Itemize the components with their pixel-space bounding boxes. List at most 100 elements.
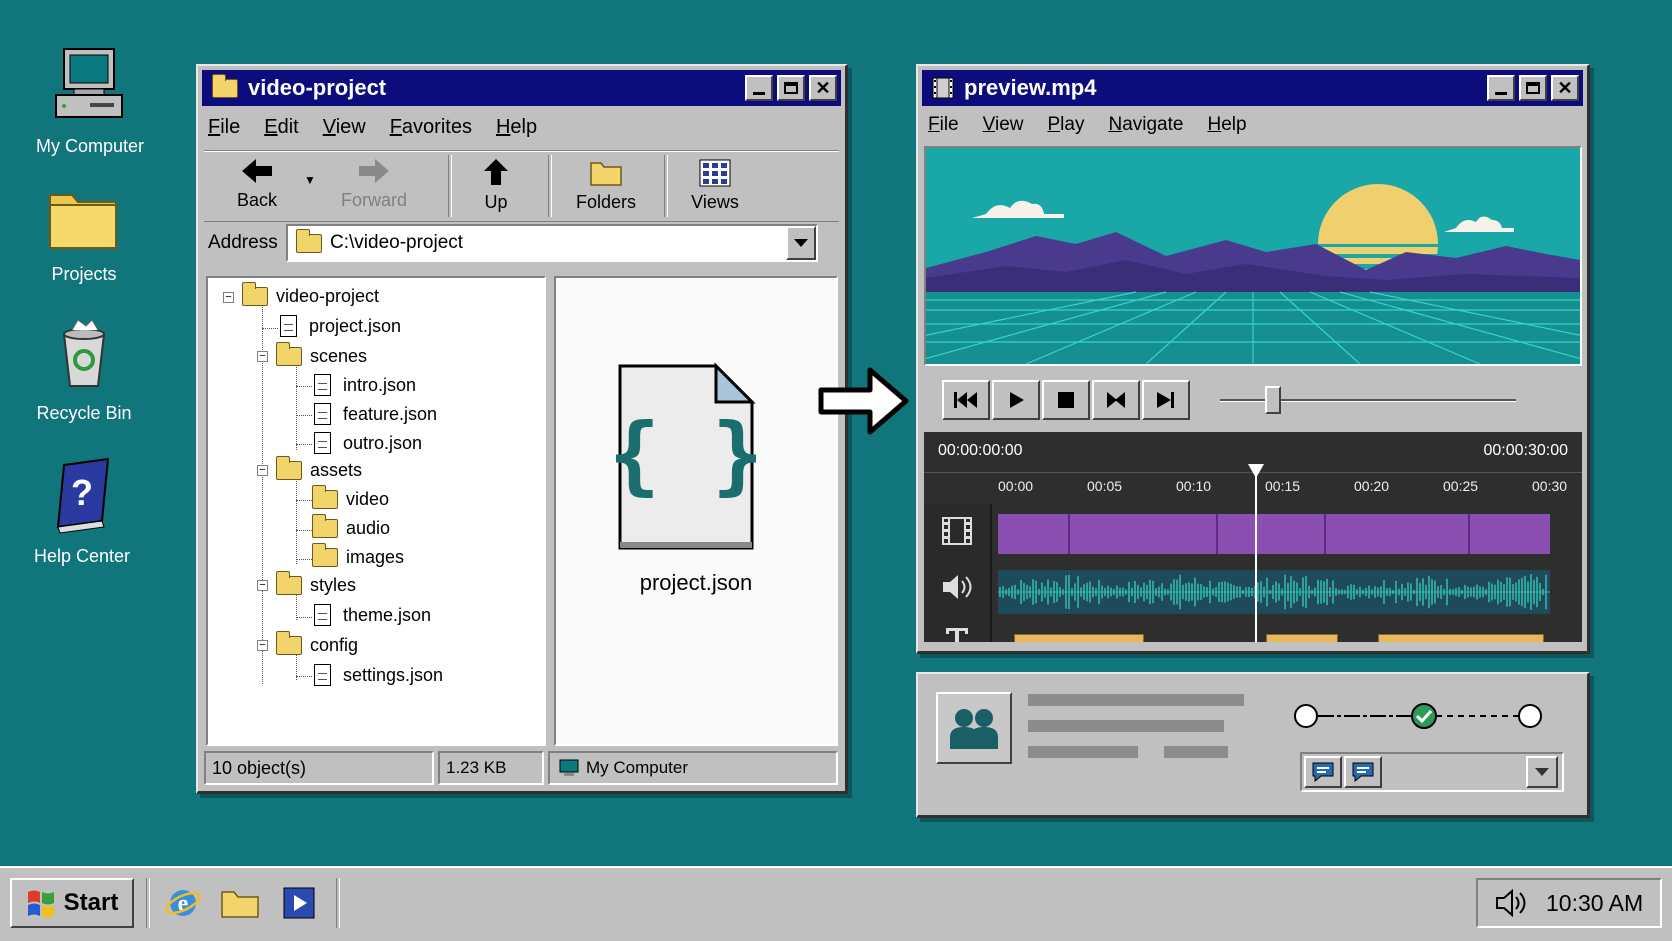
folder-icon — [49, 194, 117, 249]
tree-item-folder[interactable]: audio — [312, 514, 390, 539]
skip-to-start-button[interactable] — [942, 380, 990, 420]
menu-view[interactable]: View — [323, 116, 366, 139]
menu-help[interactable]: Help — [496, 116, 537, 139]
up-button[interactable]: Up — [466, 157, 526, 213]
desktop-icon-my-computer[interactable]: My Computer — [30, 45, 150, 157]
right-arrow-icon — [818, 367, 909, 435]
menu-view[interactable]: View — [983, 114, 1024, 136]
tree-item-file[interactable]: project.json — [280, 315, 401, 337]
playhead[interactable] — [1248, 464, 1264, 642]
toolbar-separator — [664, 155, 668, 217]
tree-item-folder[interactable]: assets — [276, 456, 362, 481]
reply-button[interactable] — [1344, 756, 1382, 788]
media-player-icon[interactable] — [282, 886, 316, 920]
back-dropdown[interactable]: ▼ — [304, 173, 316, 187]
address-value: C:\video-project — [330, 232, 464, 253]
start-button[interactable]: Start — [10, 878, 134, 928]
text-clip[interactable] — [1266, 634, 1338, 642]
comment-button[interactable] — [1304, 756, 1342, 788]
timeline-tick-label: 00:25 — [1443, 478, 1479, 494]
maximize-button[interactable] — [777, 75, 805, 101]
desktop-icon-help-center[interactable]: ? Help Center — [22, 455, 142, 567]
tree-item-folder[interactable]: config — [276, 631, 359, 656]
tree-item-folder[interactable]: scenes — [276, 342, 367, 367]
folders-button[interactable]: Folders — [566, 159, 646, 213]
json-braces-glyph: { } — [616, 405, 756, 505]
close-button[interactable]: ✕ — [1551, 75, 1579, 101]
menu-edit[interactable]: Edit — [264, 116, 298, 139]
taskbar: Start e 10:30 AM — [0, 866, 1672, 941]
audio-track[interactable] — [998, 570, 1550, 614]
seek-thumb[interactable] — [1265, 386, 1281, 414]
explorer-titlebar[interactable]: video-project ✕ — [202, 70, 841, 106]
menu-navigate[interactable]: Navigate — [1108, 114, 1183, 136]
timeline-ruler: 00:00 00:05 00:10 00:15 00:20 00:25 00:30 — [996, 474, 1582, 504]
back-button[interactable]: Back — [222, 157, 292, 211]
tree-item-label: config — [310, 635, 359, 655]
browser-icon[interactable]: e — [164, 884, 202, 922]
text-clip[interactable] — [1378, 634, 1544, 642]
folders-label: Folders — [575, 192, 637, 212]
menu-file[interactable]: File — [928, 114, 959, 136]
tree-item-file[interactable]: outro.json — [314, 432, 422, 454]
address-dropdown-button[interactable] — [786, 226, 816, 260]
tree-collapse-toggle[interactable]: − — [257, 351, 268, 362]
tree-collapse-toggle[interactable]: − — [257, 640, 268, 651]
play-icon — [1010, 392, 1024, 408]
pane-splitter[interactable] — [546, 276, 554, 746]
seek-slider[interactable] — [1220, 386, 1516, 416]
tree-collapse-toggle[interactable]: − — [223, 292, 234, 303]
back-arrow-icon — [242, 159, 272, 183]
step-3-marker — [1518, 704, 1542, 728]
tree-item-folder[interactable]: styles — [276, 571, 357, 596]
minimize-button[interactable] — [1487, 75, 1515, 101]
text-track[interactable] — [998, 622, 1550, 642]
clock[interactable]: 10:30 AM — [1546, 890, 1643, 917]
skip-to-end-button[interactable] — [1142, 380, 1190, 420]
tree-collapse-toggle[interactable]: − — [257, 580, 268, 591]
tree-item-file[interactable]: theme.json — [314, 604, 431, 626]
menu-favorites[interactable]: Favorites — [390, 116, 472, 139]
tree-item-file[interactable]: intro.json — [314, 374, 416, 396]
address-field[interactable]: C:\video-project — [286, 224, 818, 262]
previous-frame-button[interactable] — [1092, 380, 1140, 420]
system-tray: 10:30 AM — [1476, 878, 1662, 928]
tree-item-label: settings.json — [343, 664, 444, 685]
tree-item-folder[interactable]: images — [312, 543, 404, 568]
tree-item-folder[interactable]: video-project — [242, 282, 379, 307]
minimize-button[interactable] — [745, 75, 773, 101]
tree-item-file[interactable]: settings.json — [314, 664, 443, 686]
play-button[interactable] — [992, 380, 1040, 420]
tree-item-label: styles — [310, 575, 357, 595]
tree-collapse-toggle[interactable]: − — [257, 465, 268, 476]
maximize-button[interactable] — [1519, 75, 1547, 101]
timeline-tick-label: 00:30 — [1532, 478, 1568, 494]
file-icon — [314, 432, 331, 454]
desktop-icon-recycle-bin[interactable]: Recycle Bin — [24, 312, 144, 424]
tree-item-folder[interactable]: video — [312, 485, 389, 510]
player-titlebar[interactable]: preview.mp4 ✕ — [922, 70, 1583, 106]
user-group-avatar[interactable] — [936, 692, 1012, 764]
select-dropdown-button[interactable] — [1526, 756, 1558, 788]
menu-help[interactable]: Help — [1207, 114, 1246, 136]
menu-file[interactable]: File — [208, 116, 240, 139]
forward-arrow-icon — [359, 159, 389, 183]
video-display[interactable] — [924, 146, 1582, 366]
text-clip[interactable] — [1014, 634, 1144, 642]
volume-icon[interactable] — [1494, 889, 1528, 917]
views-button[interactable]: Views — [680, 159, 750, 213]
folder-icon[interactable] — [220, 886, 260, 920]
skip-back-icon — [954, 392, 977, 408]
menu-play[interactable]: Play — [1047, 114, 1084, 136]
stop-button[interactable] — [1042, 380, 1090, 420]
address-label: Address — [208, 232, 278, 253]
video-track[interactable] — [998, 514, 1550, 554]
status-select[interactable] — [1388, 756, 1558, 788]
forward-button[interactable]: Forward — [334, 157, 414, 211]
timeline-end-time: 00:00:30:00 — [1483, 442, 1568, 459]
tree-item-file[interactable]: feature.json — [314, 403, 437, 425]
close-button[interactable]: ✕ — [809, 75, 837, 101]
step-1-marker — [1294, 704, 1318, 728]
desktop-icon-projects[interactable]: Projects — [24, 183, 144, 285]
timeline-panel: 00:00:00:00 00:00:30:00 00:00 00:05 00:10 0… — [924, 432, 1582, 642]
